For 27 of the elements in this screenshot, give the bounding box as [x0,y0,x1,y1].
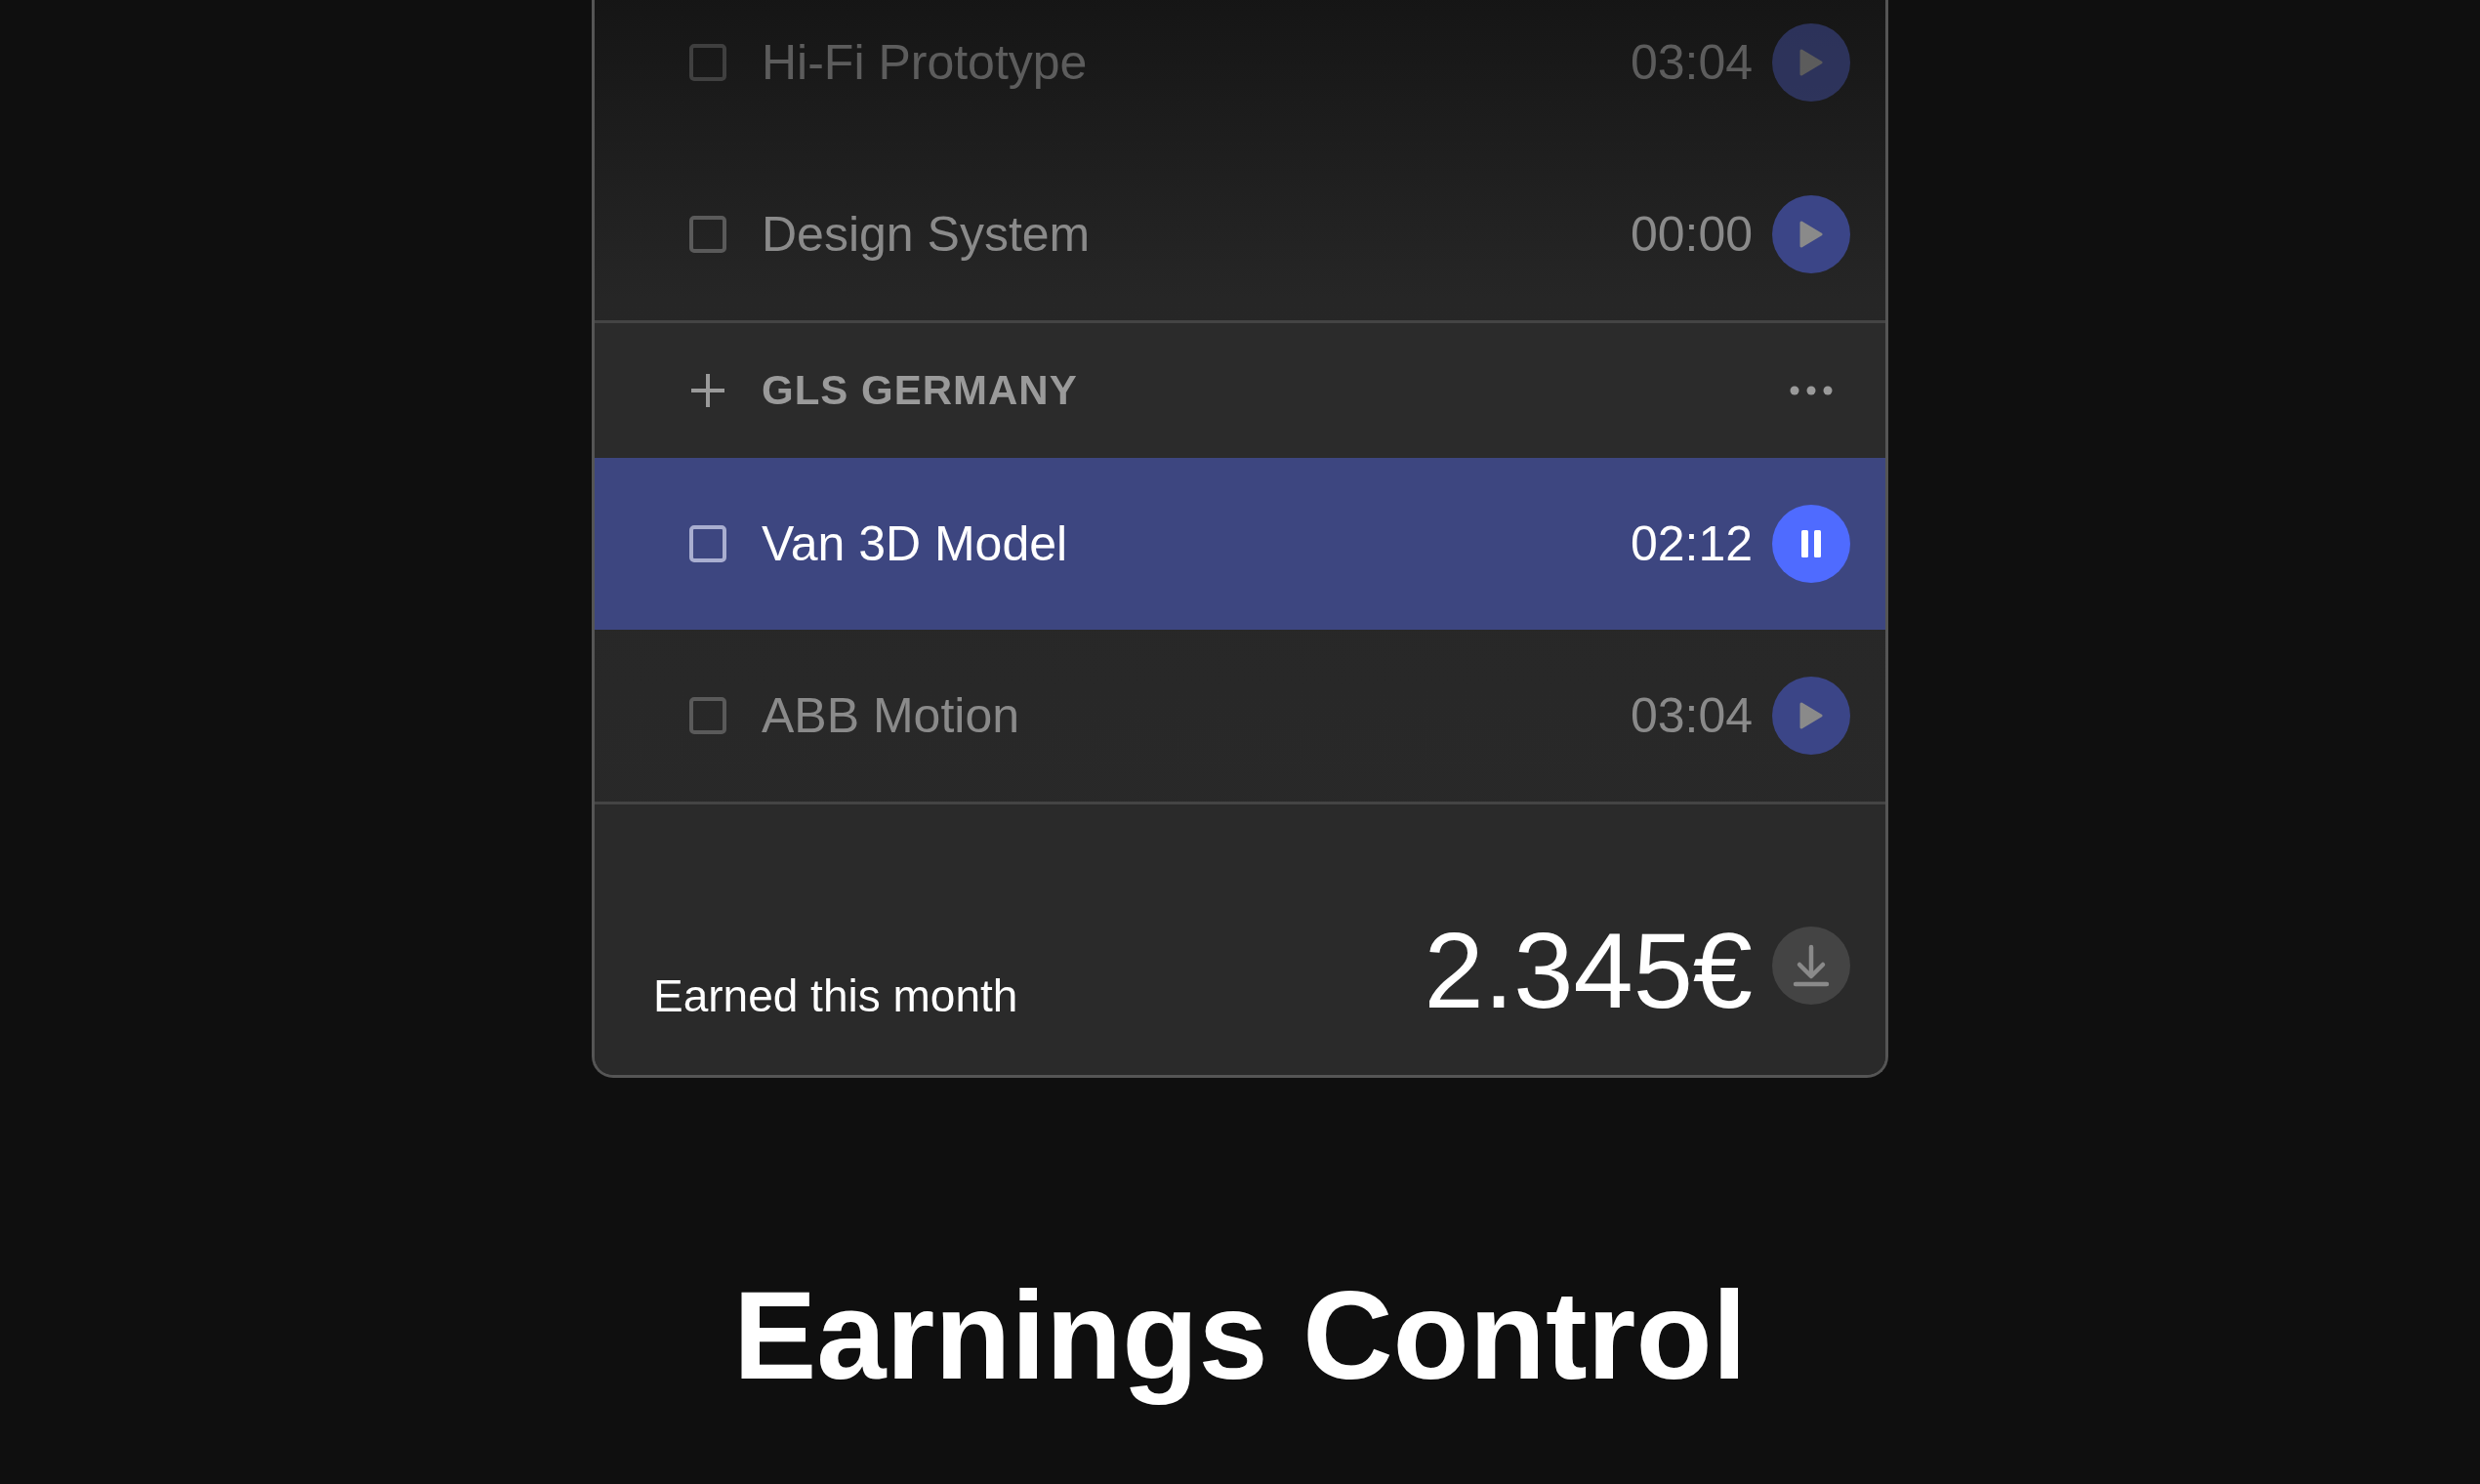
task-time: 02:12 [1630,515,1753,572]
group-name: GLS GERMANY [762,367,1079,414]
task-row[interactable]: Hi-Fi Prototype 03:04 [595,0,1885,148]
play-icon [1799,702,1823,729]
task-row[interactable]: Design System 00:00 [595,148,1885,320]
play-icon [1799,49,1823,76]
pause-icon [1801,530,1821,557]
task-row[interactable]: Van 3D Model 02:12 [595,458,1885,630]
page-title: Earnings Control [732,1264,1748,1407]
play-icon [1799,221,1823,248]
task-name: Van 3D Model [762,515,1069,572]
task-time: 03:04 [1630,34,1753,91]
task-name: ABB Motion [762,687,1020,744]
add-icon[interactable] [689,372,726,409]
checkbox[interactable] [689,44,726,81]
task-name: Design System [762,206,1092,263]
task-row[interactable]: ABB Motion 03:04 [595,630,1885,802]
task-time: 03:04 [1630,687,1753,744]
task-name: Hi-Fi Prototype [762,34,1089,91]
earnings-amount: 2.345€ [1424,917,1753,1024]
more-icon[interactable] [1790,386,1833,395]
checkbox[interactable] [689,216,726,253]
task-time: 00:00 [1630,206,1753,263]
download-icon [1792,944,1831,987]
checkbox[interactable] [689,697,726,734]
earnings-label: Earned this month [653,969,1019,1022]
checkbox[interactable] [689,525,726,562]
